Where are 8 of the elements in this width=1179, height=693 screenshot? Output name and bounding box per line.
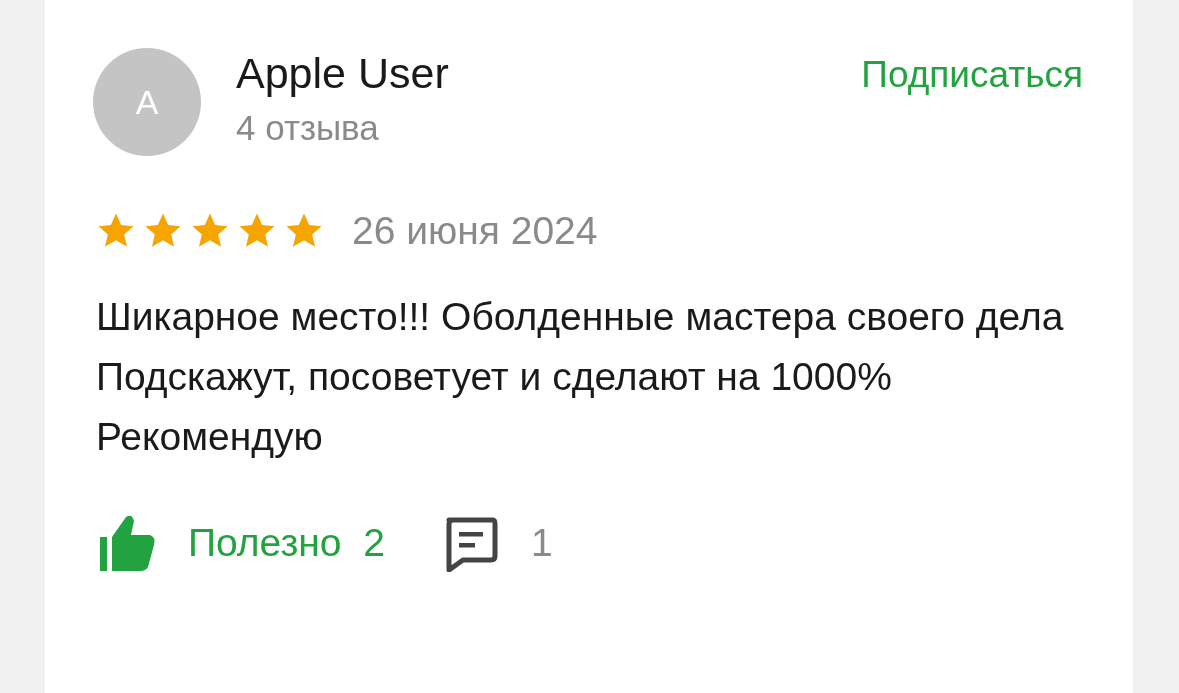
- avatar: A: [93, 48, 201, 156]
- review-text: Шикарное место!!! Оболденные мастера своего дела Подскажут, посоветует и сделают на 1000% Рекомендую: [96, 293, 1065, 460]
- subscribe-button[interactable]: Подписаться: [861, 50, 1083, 100]
- reviews-count: 4 отзыва: [236, 107, 380, 149]
- helpful-button[interactable]: Полезно 2: [96, 512, 385, 575]
- review-date: 26 июня 2024: [352, 208, 598, 254]
- comments-button[interactable]: 1: [442, 514, 553, 573]
- author-name: Apple User: [236, 48, 450, 98]
